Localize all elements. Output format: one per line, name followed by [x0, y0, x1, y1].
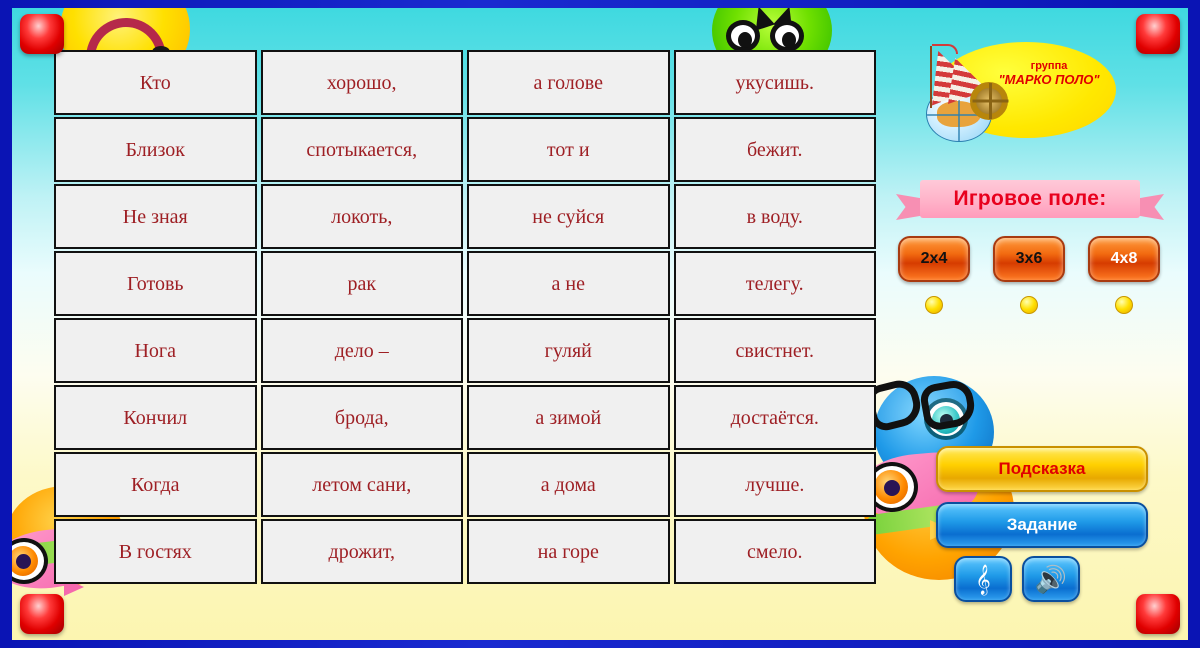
game-field-banner: Игровое поле:	[896, 180, 1164, 222]
field-indicator-dot[interactable]	[1115, 296, 1133, 314]
word-cell[interactable]: свистнет.	[673, 318, 876, 383]
game-stage: Кто хорошо, а голове укусишь. Близок спотыкае…	[12, 8, 1188, 640]
word-cell[interactable]: укусишь.	[673, 50, 876, 115]
ship-pennant-icon	[932, 44, 958, 54]
ship-mast-icon	[930, 46, 932, 108]
word-cell[interactable]: В гостях	[54, 519, 257, 584]
word-cell[interactable]: Не зная	[54, 184, 257, 249]
word-cell[interactable]: Близок	[54, 117, 257, 182]
corner-knob-top-right	[1136, 14, 1180, 54]
word-cell[interactable]: в воду.	[673, 184, 876, 249]
word-cell[interactable]: на горе	[467, 519, 670, 584]
character-pupil	[16, 554, 31, 569]
word-cell[interactable]: Кончил	[54, 385, 257, 450]
word-cell[interactable]: хорошо,	[260, 50, 463, 115]
word-cell[interactable]: гуляй	[467, 318, 670, 383]
word-cell[interactable]: бежит.	[673, 117, 876, 182]
word-table: Кто хорошо, а голове укусишь. Близок спотыкае…	[54, 50, 876, 584]
word-cell[interactable]: дрожит,	[260, 519, 463, 584]
task-button[interactable]: Задание	[936, 502, 1148, 548]
corner-knob-bottom-right	[1136, 594, 1180, 634]
word-cell[interactable]: достаётся.	[673, 385, 876, 450]
logo-text: группа "МАРКО ПОЛО"	[980, 60, 1118, 88]
word-cell[interactable]: дело –	[260, 318, 463, 383]
word-cell[interactable]: а не	[467, 251, 670, 316]
marco-polo-logo: группа "МАРКО ПОЛО"	[910, 40, 1120, 145]
word-cell[interactable]: а дома	[467, 452, 670, 517]
word-cell[interactable]: а зимой	[467, 385, 670, 450]
banner-body: Игровое поле:	[920, 180, 1140, 218]
word-cell[interactable]: не суйся	[467, 184, 670, 249]
word-cell[interactable]: локоть,	[260, 184, 463, 249]
word-cell[interactable]: брода,	[260, 385, 463, 450]
treble-clef-icon: 𝄞	[975, 564, 991, 594]
app-window: Кто хорошо, а голове укусишь. Близок спотыкае…	[0, 0, 1200, 648]
speaker-icon: 🔊	[1034, 564, 1068, 594]
field-indicator-wrap	[1088, 296, 1160, 314]
field-indicator-wrap	[898, 296, 970, 314]
ships-wheel-icon	[970, 82, 1008, 120]
word-cell[interactable]: телегу.	[673, 251, 876, 316]
word-cell[interactable]: рак	[260, 251, 463, 316]
field-indicator-wrap	[993, 296, 1065, 314]
hint-button[interactable]: Подсказка	[936, 446, 1148, 492]
word-cell[interactable]: Готовь	[54, 251, 257, 316]
field-size-indicators	[898, 296, 1160, 314]
corner-knob-bottom-left	[20, 594, 64, 634]
word-cell[interactable]: спотыкается,	[260, 117, 463, 182]
field-size-button[interactable]: 3x6	[993, 236, 1065, 282]
word-cell[interactable]: летом сани,	[260, 452, 463, 517]
logo-line-2: "МАРКО ПОЛО"	[998, 71, 1100, 87]
logo-line-1: группа	[1030, 60, 1068, 72]
sound-toggle-button[interactable]: 🔊	[1022, 556, 1080, 602]
word-cell[interactable]: лучше.	[673, 452, 876, 517]
field-size-button[interactable]: 4x8	[1088, 236, 1160, 282]
right-panel: группа "МАРКО ПОЛО" Игровое поле: 2x4 3x6…	[888, 8, 1188, 640]
word-cell[interactable]: Кто	[54, 50, 257, 115]
field-size-buttons: 2x4 3x6 4x8	[898, 236, 1160, 282]
word-cell[interactable]: а голове	[467, 50, 670, 115]
banner-label: Игровое поле:	[953, 187, 1107, 210]
field-size-button[interactable]: 2x4	[898, 236, 970, 282]
word-cell[interactable]: смело.	[673, 519, 876, 584]
character-pupil-right	[782, 32, 796, 48]
word-cell[interactable]: Когда	[54, 452, 257, 517]
character-pupil-left	[738, 32, 752, 48]
music-toggle-button[interactable]: 𝄞	[954, 556, 1012, 602]
word-cell[interactable]: тот и	[467, 117, 670, 182]
field-indicator-dot[interactable]	[1020, 296, 1038, 314]
field-indicator-dot[interactable]	[925, 296, 943, 314]
word-cell[interactable]: Нога	[54, 318, 257, 383]
corner-knob-top-left	[20, 14, 64, 54]
